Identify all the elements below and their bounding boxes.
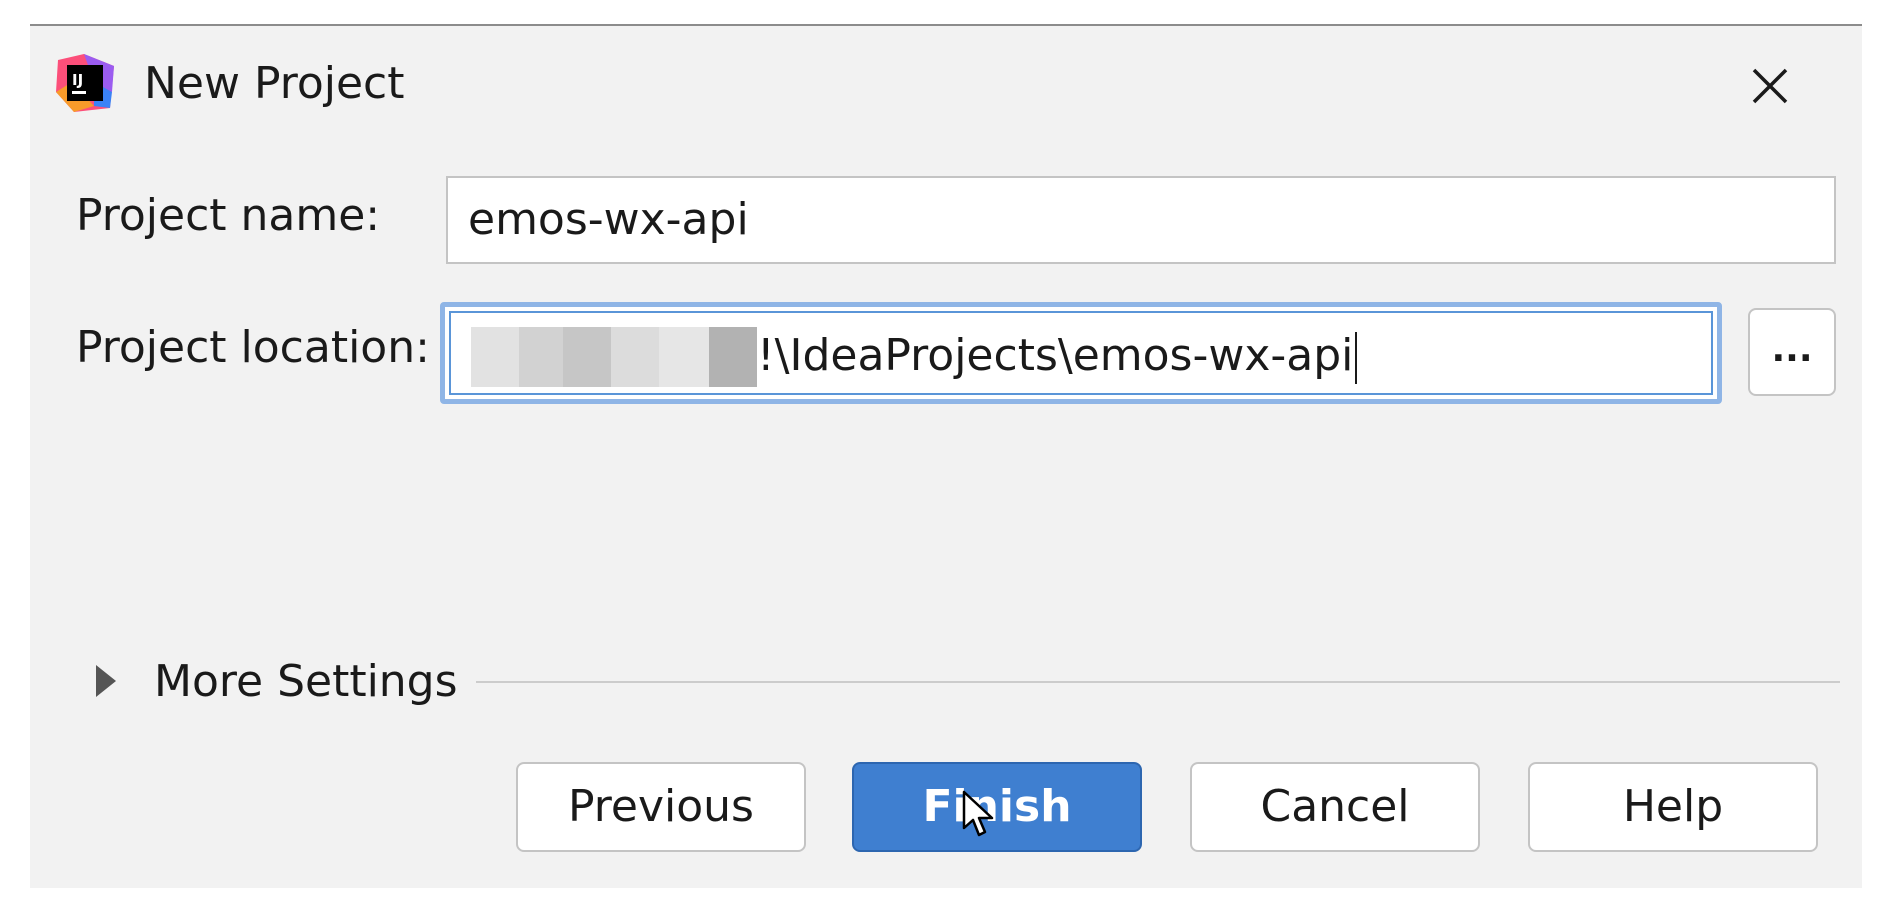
more-settings-label: More Settings bbox=[154, 655, 458, 707]
text-caret bbox=[1355, 332, 1358, 384]
more-settings-separator bbox=[476, 681, 1840, 683]
redacted-path-segment bbox=[471, 327, 757, 387]
project-location-field[interactable]: !\IdeaProjects\emos-wx-api bbox=[449, 311, 1713, 395]
project-location-label: Project location: bbox=[76, 322, 430, 373]
intellij-idea-icon: IJ bbox=[54, 52, 116, 114]
triangle-right-icon bbox=[96, 665, 116, 697]
project-location-text: !\IdeaProjects\emos-wx-api bbox=[757, 313, 1358, 393]
new-project-dialog: IJ New Project Project name: emos-wx-api… bbox=[30, 26, 1862, 888]
more-settings-toggle[interactable]: More Settings bbox=[96, 648, 458, 714]
cancel-button[interactable]: Cancel bbox=[1190, 762, 1480, 852]
svg-text:IJ: IJ bbox=[72, 71, 83, 89]
project-location-input[interactable]: !\IdeaProjects\emos-wx-api bbox=[440, 302, 1722, 404]
mouse-cursor-icon bbox=[962, 790, 996, 838]
previous-button[interactable]: Previous bbox=[516, 762, 806, 852]
help-button[interactable]: Help bbox=[1528, 762, 1818, 852]
close-icon bbox=[1752, 68, 1788, 104]
project-location-value: !\IdeaProjects\emos-wx-api bbox=[757, 330, 1354, 381]
close-button[interactable] bbox=[1740, 56, 1800, 116]
project-name-input[interactable]: emos-wx-api bbox=[446, 176, 1836, 264]
browse-location-button[interactable]: ... bbox=[1748, 308, 1836, 396]
project-name-label: Project name: bbox=[76, 190, 381, 241]
finish-button[interactable]: Finish bbox=[852, 762, 1142, 852]
dialog-title: New Project bbox=[144, 58, 405, 109]
title-bar: IJ New Project bbox=[30, 26, 1862, 136]
